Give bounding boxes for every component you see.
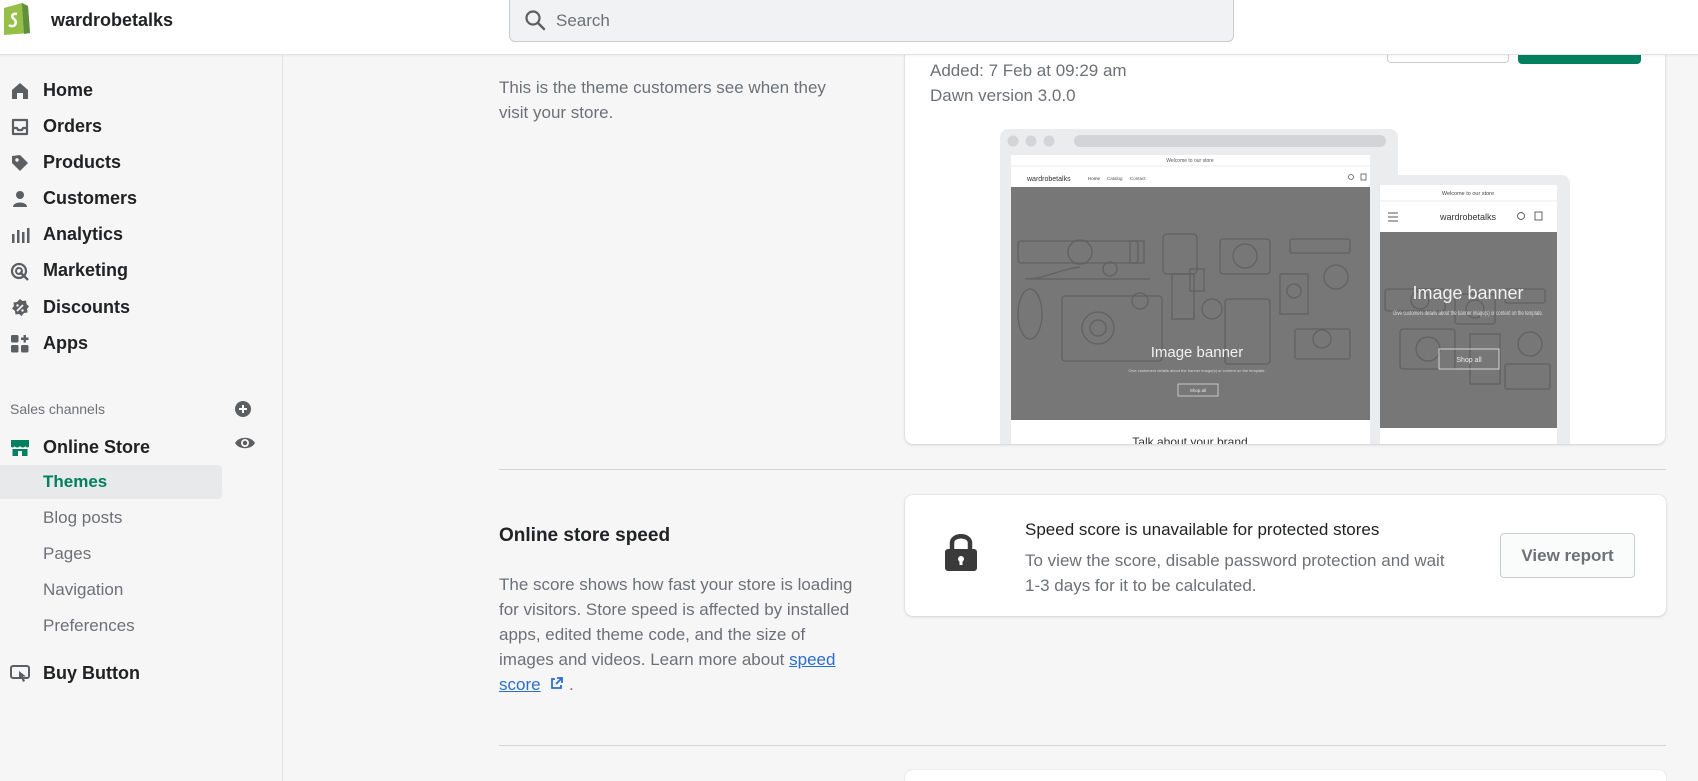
preview-announcement: Welcome to our store: [1166, 158, 1214, 164]
sidebar-item-analytics[interactable]: Analytics: [0, 217, 222, 251]
top-bar: wardrobetalks Search: [0, 0, 1698, 55]
sidebar-item-discounts[interactable]: Discounts: [0, 290, 222, 324]
sidebar-item-customers[interactable]: Customers: [0, 181, 222, 215]
sidebar-subitem-preferences[interactable]: Preferences: [0, 609, 222, 643]
sidebar-item-orders[interactable]: Orders: [0, 109, 222, 143]
sidebar-subitem-label: Pages: [43, 544, 92, 563]
sidebar-item-label: Orders: [43, 116, 103, 136]
external-link-icon[interactable]: [549, 676, 564, 691]
view-report-button[interactable]: View report: [1500, 533, 1635, 578]
sidebar-subitem-navigation[interactable]: Navigation: [0, 573, 222, 607]
tag-icon: [12, 155, 28, 171]
sidebar-item-online-store[interactable]: Online Store: [0, 430, 222, 464]
apps-icon: [11, 335, 29, 353]
sidebar-item-buy-button[interactable]: Buy Button: [0, 656, 222, 690]
theme-version: Dawn version 3.0.0: [930, 86, 1076, 105]
eye-icon[interactable]: [234, 435, 256, 451]
buy-button-icon: [10, 665, 30, 682]
sidebar-item-label: Online Store: [43, 437, 151, 457]
speed-description-end: .: [569, 675, 574, 694]
sidebar-item-label: Customers: [43, 188, 138, 208]
sidebar-item-label: Apps: [43, 333, 88, 353]
section-divider: [499, 745, 1666, 746]
lock-icon: [945, 534, 977, 571]
search-icon: [525, 10, 546, 31]
preview-banner-title: Image banner: [1151, 344, 1244, 361]
sidebar-subitem-label: Navigation: [43, 580, 124, 599]
bar-chart-icon: [12, 228, 30, 243]
speed-score-card: Speed score is unavailable for protected…: [905, 495, 1666, 616]
sidebar-item-home[interactable]: Home: [0, 73, 222, 107]
sidebar-item-label: Marketing: [43, 260, 129, 280]
sidebar-subitem-pages[interactable]: Pages: [0, 537, 222, 571]
shopify-logo[interactable]: [0, 0, 34, 36]
mobile-preview: Welcome to our store wardrobetalks Image…: [1371, 175, 1570, 444]
preview-nav-contact: Contact: [1130, 176, 1146, 181]
sales-channels-heading: Sales channels: [10, 401, 105, 417]
sidebar-item-products[interactable]: Products: [0, 145, 222, 179]
home-icon: [12, 83, 28, 99]
speed-description: The score shows how fast your store is l…: [499, 572, 859, 697]
sidebar-item-label: Buy Button: [43, 663, 140, 683]
sidebar-item-label: Discounts: [43, 297, 131, 317]
sidebar-item-label: Home: [43, 80, 94, 100]
preview-nav-catalog: Catalog: [1107, 176, 1123, 181]
sidebar-item-label: Products: [43, 152, 122, 172]
inbox-icon: [11, 118, 29, 136]
sidebar-subitem-themes[interactable]: Themes: [0, 465, 222, 499]
sidebar-subitem-label: Blog posts: [43, 508, 123, 527]
target-icon: [10, 262, 29, 281]
theme-added-date: Added: 7 Feb at 09:29 am: [930, 61, 1127, 80]
preview-mobile-banner-text: Give customers details about the banner …: [1393, 311, 1543, 317]
current-theme-description: This is the theme customers see when the…: [499, 78, 826, 122]
store-icon: [11, 440, 29, 456]
main-content: This is the theme customers see when the…: [284, 45, 1698, 781]
sidebar-item-apps[interactable]: Apps: [0, 326, 222, 360]
store-name[interactable]: wardrobetalks: [51, 10, 173, 31]
speed-card-heading: Speed score is unavailable for protected…: [1025, 520, 1380, 539]
sidebar: Home Orders Products Customers Analytics…: [0, 55, 283, 781]
preview-nav-home: Home: [1088, 176, 1101, 181]
preview-mobile-store-name: wardrobetalks: [1439, 212, 1497, 222]
sidebar-subitem-label: Preferences: [43, 616, 135, 635]
next-section-card: [905, 770, 1666, 781]
desktop-preview: Welcome to our store wardrobetalks Home …: [1000, 129, 1398, 444]
sidebar-item-label: Analytics: [43, 224, 124, 244]
sidebar-subitem-blog-posts[interactable]: Blog posts: [0, 501, 222, 535]
discount-icon: [12, 299, 29, 316]
preview-below-banner: Talk about your brand: [1132, 435, 1247, 444]
theme-preview[interactable]: Welcome to our store wardrobetalks Home …: [1000, 129, 1570, 444]
preview-mobile-banner-title: Image banner: [1412, 283, 1523, 303]
search-input[interactable]: Search: [556, 11, 610, 31]
sidebar-item-marketing[interactable]: Marketing: [0, 253, 222, 287]
preview-store-name: wardrobetalks: [1026, 176, 1071, 183]
preview-mobile-shop-all: Shop all: [1456, 357, 1482, 364]
current-theme-card: Added: 7 Feb at 09:29 am Dawn version 3.…: [905, 45, 1665, 444]
person-icon: [13, 191, 27, 207]
sidebar-subitem-label: Themes: [43, 472, 108, 491]
add-circle-icon[interactable]: [234, 400, 252, 418]
preview-mobile-announcement: Welcome to our store: [1442, 191, 1494, 197]
preview-banner-text: Give customers details about the banner …: [1128, 368, 1265, 373]
speed-section-title: Online store speed: [499, 525, 671, 546]
search-bar[interactable]: Search: [509, 0, 1234, 42]
section-divider: [499, 469, 1666, 470]
speed-card-body: To view the score, disable password prot…: [1025, 551, 1445, 595]
preview-shop-all: Shop all: [1190, 388, 1206, 393]
